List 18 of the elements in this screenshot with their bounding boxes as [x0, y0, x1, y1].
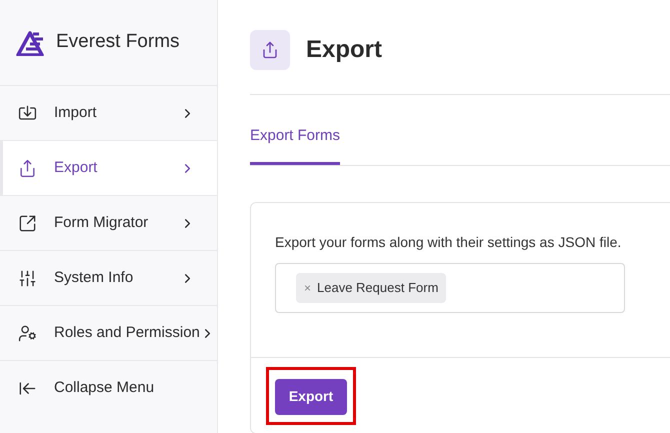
card-description: Export your forms along with their settings as JSON file.: [275, 232, 622, 252]
upload-icon: [261, 41, 279, 59]
sidebar-item[interactable]: Roles and Permission: [0, 306, 217, 361]
sidebar-item[interactable]: Form Migrator: [0, 196, 217, 251]
tab[interactable]: Export Forms: [250, 125, 340, 164]
brand-name: Everest Forms: [56, 30, 180, 54]
sidebar-item[interactable]: System Info: [0, 251, 217, 306]
import-icon: [18, 104, 37, 122]
sidebar-item[interactable]: Export: [0, 141, 217, 196]
user-gear-icon: [18, 324, 37, 342]
page-title: Export: [306, 35, 382, 65]
upload-icon: [18, 158, 37, 178]
external-link-icon: [18, 214, 37, 232]
form-select-field[interactable]: × Leave Request Form: [275, 262, 625, 312]
collapse-menu-button[interactable]: Collapse Menu: [0, 361, 217, 416]
export-button[interactable]: Export: [275, 378, 347, 414]
sliders-icon: [18, 268, 37, 288]
tag-label: Leave Request Form: [317, 278, 438, 297]
